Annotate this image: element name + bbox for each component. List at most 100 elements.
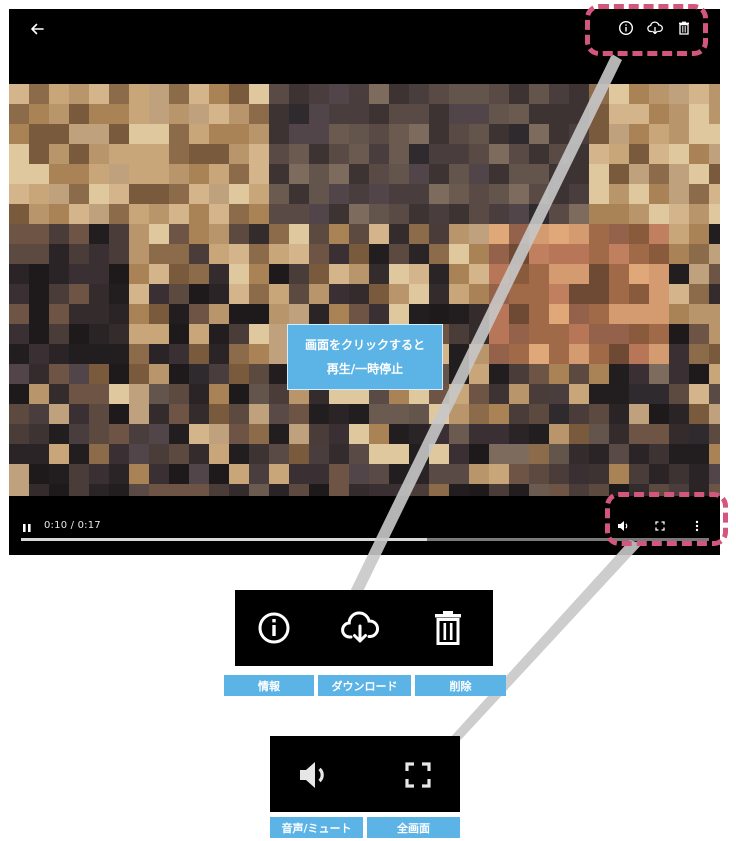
video-pixel [49, 244, 69, 264]
video-pixel [149, 404, 169, 424]
video-pixel [429, 104, 449, 124]
video-pixel [89, 444, 109, 464]
video-pixel [229, 444, 249, 464]
video-pixel [629, 384, 649, 404]
video-pixel [29, 364, 49, 384]
video-pixel [649, 264, 669, 284]
video-pixel [309, 204, 329, 224]
video-pixel [489, 284, 509, 304]
video-pixel [109, 484, 129, 496]
video-pixel [269, 464, 289, 484]
video-pixel [29, 484, 49, 496]
video-pixel [609, 284, 629, 304]
video-pixel [589, 284, 609, 304]
video-pixel [209, 224, 229, 244]
video-pixel [69, 104, 89, 124]
video-pixel [629, 424, 649, 444]
back-arrow-icon[interactable] [29, 21, 45, 37]
video-pixel [29, 144, 49, 164]
video-pixel [149, 444, 169, 464]
video-pixel [209, 464, 229, 484]
video-pixel [669, 84, 689, 104]
video-pixel [269, 444, 289, 464]
video-pixel [9, 224, 29, 244]
info-icon [258, 612, 290, 644]
video-pixel [49, 384, 69, 404]
video-pixel [189, 424, 209, 444]
video-pixel [589, 264, 609, 284]
video-pixel [589, 464, 609, 484]
video-pixel [69, 284, 89, 304]
video-pixel [609, 184, 629, 204]
video-pixel [429, 164, 449, 184]
video-pixel [629, 484, 649, 496]
trash-icon[interactable] [676, 20, 692, 36]
video-pixel [609, 404, 629, 424]
video-pixel [509, 164, 529, 184]
volume-icon[interactable] [616, 519, 630, 533]
video-pixel [389, 144, 409, 164]
video-pixel [129, 264, 149, 284]
video-pixel [469, 404, 489, 424]
video-pixel [609, 264, 629, 284]
video-pixel [409, 264, 429, 284]
video-pixel [169, 144, 189, 164]
video-pixel [549, 144, 569, 164]
video-pixel [389, 104, 409, 124]
video-pixel [709, 304, 720, 324]
video-pixel [289, 424, 309, 444]
video-pixel [169, 444, 189, 464]
video-pixel [409, 84, 429, 104]
video-pixel [129, 244, 149, 264]
progress-bar[interactable] [21, 538, 709, 541]
video-pixel [9, 164, 29, 184]
video-pixel [129, 124, 149, 144]
video-pixel [129, 384, 149, 404]
video-pixel [289, 404, 309, 424]
video-pixel [669, 384, 689, 404]
video-pixel [29, 244, 49, 264]
video-pixel [609, 424, 629, 444]
video-pixel [389, 164, 409, 184]
video-pixel [429, 84, 449, 104]
video-pixel [609, 444, 629, 464]
video-pixel [409, 304, 429, 324]
video-pixel [529, 144, 549, 164]
video-pixel [409, 184, 429, 204]
video-pixel [29, 384, 49, 404]
video-pixel [229, 244, 249, 264]
video-pixel [569, 264, 589, 284]
video-pixel [349, 204, 369, 224]
video-pixel [629, 124, 649, 144]
video-pixel [649, 304, 669, 324]
video-pixel [269, 484, 289, 496]
video-pixel [209, 444, 229, 464]
video-pixel [9, 264, 29, 284]
video-pixel [489, 184, 509, 204]
video-pixel [249, 244, 269, 264]
video-pixel [169, 164, 189, 184]
info-icon[interactable] [618, 20, 634, 36]
video-pixel [289, 244, 309, 264]
video-pixel [109, 304, 129, 324]
video-frame[interactable]: 画面をクリックすると 再生/一時停止 [9, 84, 720, 496]
more-vertical-icon[interactable] [690, 519, 704, 533]
pause-icon[interactable] [21, 522, 33, 534]
video-pixel [329, 424, 349, 444]
video-pixel [69, 344, 89, 364]
video-pixel [469, 244, 489, 264]
video-pixel [289, 464, 309, 484]
video-pixel [529, 84, 549, 104]
video-pixel [129, 204, 149, 224]
video-pixel [349, 144, 369, 164]
video-pixel [469, 424, 489, 444]
video-pixel [669, 104, 689, 124]
video-pixel [429, 264, 449, 284]
video-pixel [69, 264, 89, 284]
fullscreen-icon[interactable] [653, 519, 667, 533]
cloud-download-icon[interactable] [647, 20, 663, 36]
video-pixel [249, 104, 269, 124]
video-pixel [669, 444, 689, 464]
video-pixel [129, 224, 149, 244]
video-pixel [689, 364, 709, 384]
